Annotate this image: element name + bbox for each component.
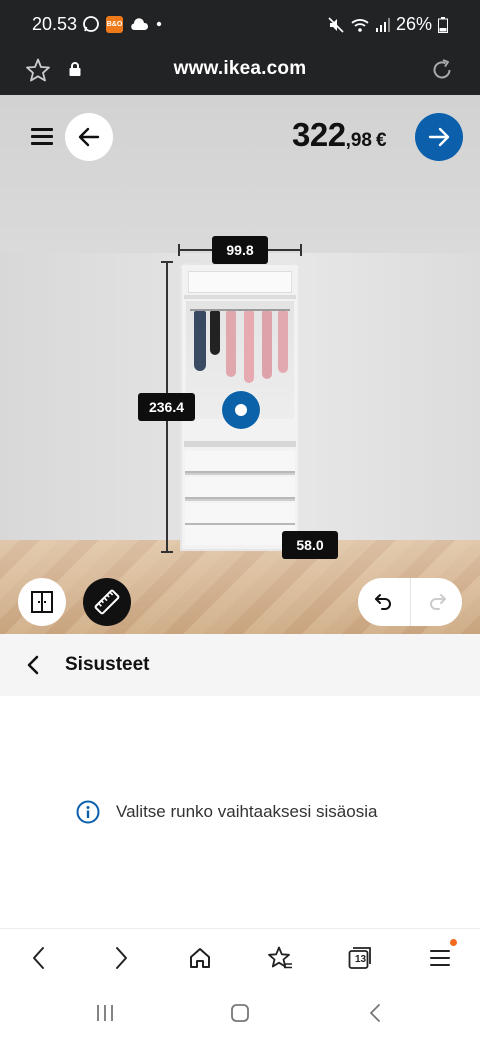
mute-icon: [328, 16, 344, 33]
wardrobe-top-boxes: [188, 271, 292, 293]
browser-url-bar: www.ikea.com: [0, 48, 480, 95]
system-back-icon: [370, 1004, 380, 1022]
undo-button[interactable]: [358, 578, 410, 626]
home-button[interactable]: [228, 1002, 252, 1024]
redo-icon: [429, 594, 446, 610]
wifi-icon: [351, 18, 369, 32]
url-text[interactable]: www.ikea.com: [0, 58, 480, 80]
wardrobe-drawer: [185, 477, 295, 501]
garment-jacket: [194, 311, 206, 371]
wardrobe-drawer: [185, 525, 295, 545]
height-label: 236.4: [138, 393, 195, 421]
garment-pink-3: [262, 311, 272, 379]
app-badge-icon: B&O: [106, 15, 123, 33]
status-notification-icons: B&O: [82, 15, 163, 33]
wardrobe-drawer: [185, 451, 295, 475]
recent-apps-button[interactable]: [93, 1002, 117, 1024]
ruler-icon: [94, 589, 120, 615]
undo-redo-group: [358, 578, 462, 626]
planner-3d-view[interactable]: 99.8 236.4 58.0 322,98 €: [0, 95, 480, 634]
recent-apps-icon: [97, 1005, 113, 1021]
reload-icon[interactable]: [429, 57, 455, 83]
browser-tabs-button[interactable]: 13: [345, 943, 375, 973]
info-message: Valitse runko vaihtaaksesi sisäosia: [76, 800, 377, 824]
browser-menu-button[interactable]: [425, 943, 455, 973]
battery-percent: 26%: [395, 14, 432, 34]
section-header: Sisusteet: [0, 634, 480, 696]
tabs-count: 13: [354, 954, 367, 965]
status-time: 20.53: [32, 14, 78, 34]
arrow-left-icon: [78, 127, 100, 147]
toggle-doors-button[interactable]: [18, 578, 66, 626]
redo-button[interactable]: [410, 578, 462, 626]
whatsapp-icon: [83, 16, 99, 32]
measurements-button[interactable]: [83, 578, 131, 626]
system-back-button[interactable]: [363, 1002, 387, 1024]
info-icon: [76, 800, 100, 824]
back-button[interactable]: [65, 113, 113, 161]
garment-pink-1: [226, 311, 236, 377]
status-system-icons: 26%: [328, 14, 448, 35]
price-main: 322: [292, 116, 346, 153]
width-label: 99.8: [212, 236, 268, 264]
info-text: Valitse runko vaihtaaksesi sisäosia: [116, 802, 378, 821]
undo-icon: [375, 594, 391, 610]
chevron-left-icon: [33, 947, 44, 969]
doors-icon: [31, 591, 53, 613]
chevron-right-icon: [116, 947, 127, 969]
system-nav-bar: [0, 986, 480, 1040]
browser-back-button[interactable]: [24, 943, 54, 973]
home-icon: [190, 948, 210, 968]
depth-label: 58.0: [282, 531, 338, 559]
price-currency: €: [375, 130, 387, 151]
hamburger-menu-icon[interactable]: [31, 128, 53, 146]
section-title: Sisusteet: [65, 654, 150, 675]
garment-dark: [210, 311, 220, 355]
price-decimals: ,98: [345, 130, 372, 151]
bookmarks-star-icon: [268, 946, 292, 969]
browser-bottom-nav: 13: [0, 928, 480, 986]
status-bar: 20.53 B&O 26%: [0, 0, 480, 48]
dot-icon: [156, 21, 162, 27]
signal-icon: [375, 17, 390, 32]
browser-home-button[interactable]: [185, 943, 215, 973]
menu-icon: [430, 950, 450, 966]
wardrobe-drawer: [185, 503, 295, 527]
home-square-icon: [231, 1004, 249, 1022]
garment-pink-4: [278, 311, 288, 373]
notification-dot: [450, 939, 457, 946]
browser-bookmarks-button[interactable]: [265, 943, 295, 973]
chevron-left-icon[interactable]: [22, 653, 46, 677]
arrow-right-icon: [428, 127, 450, 147]
wardrobe-shelf: [184, 441, 296, 447]
selection-hotspot[interactable]: [222, 391, 260, 429]
cloud-icon: [131, 18, 149, 30]
next-button[interactable]: [415, 113, 463, 161]
browser-forward-button[interactable]: [106, 943, 136, 973]
total-price: 322,98 €: [292, 116, 387, 154]
garment-pink-2: [244, 311, 254, 383]
battery-icon: [438, 16, 448, 33]
